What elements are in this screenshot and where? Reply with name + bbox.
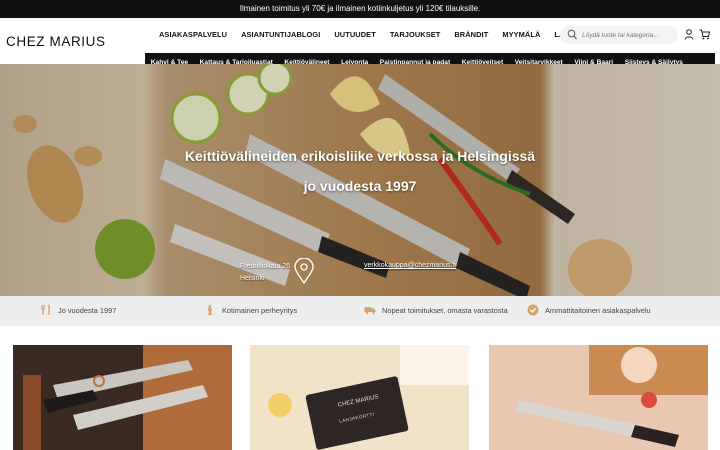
nav-store[interactable]: MYYMÄLÄ bbox=[495, 30, 547, 39]
nav-brands[interactable]: BRÄNDIT bbox=[447, 30, 495, 39]
gift-card-brand: CHEZ MARIUS bbox=[337, 394, 380, 409]
search-icon[interactable] bbox=[567, 29, 577, 41]
feature-fast-delivery: Nopeat toimitukset, omasta varastosta bbox=[364, 304, 508, 316]
top-navigation: ASIAKASPALVELU ASIANTUNTIJABLOGI UUTUUDE… bbox=[152, 30, 615, 39]
hero-banner[interactable]: Keittiövälineiden erikoisliike verkossa … bbox=[0, 64, 720, 296]
nav-customer-service[interactable]: ASIAKASPALVELU bbox=[152, 30, 234, 39]
cart-icon[interactable] bbox=[699, 29, 710, 40]
feature-label: Ammattitaitoinen asiakaspalvelu bbox=[545, 305, 651, 315]
feature-family-business: Kotimainen perheyritys bbox=[204, 304, 297, 316]
check-badge-icon bbox=[527, 304, 539, 316]
contact-email-link[interactable]: verkkokauppa@chezmarius.fi bbox=[364, 262, 456, 269]
finland-icon bbox=[208, 305, 212, 315]
address-city: Helsinki bbox=[240, 275, 265, 282]
feature-label: Jo vuodesta 1997 bbox=[58, 305, 117, 315]
search-input[interactable] bbox=[582, 28, 674, 42]
feature-label: Nopeat toimitukset, omasta varastosta bbox=[382, 305, 508, 315]
nav-expert-blog[interactable]: ASIANTUNTIJABLOGI bbox=[234, 30, 327, 39]
store-address: Fredrikinkatu 26 Helsinki bbox=[240, 261, 290, 285]
nav-offers[interactable]: TARJOUKSET bbox=[383, 30, 448, 39]
cutlery-icon bbox=[41, 304, 50, 315]
promo-card-gift-card[interactable]: CHEZ MARIUS LAHJAKORTTI bbox=[250, 345, 469, 450]
features-strip: Jo vuodesta 1997 Kotimainen perheyritys … bbox=[0, 296, 720, 326]
grater-image bbox=[489, 345, 708, 450]
user-icon[interactable] bbox=[684, 29, 694, 40]
feature-since-1997: Jo vuodesta 1997 bbox=[40, 304, 116, 316]
truck-icon bbox=[364, 307, 376, 315]
address-street: Fredrikinkatu 26 bbox=[240, 263, 291, 270]
knives-image bbox=[13, 345, 232, 450]
promo-text: Ilmainen toimitus yli 70€ ja ilmainen ko… bbox=[239, 4, 481, 13]
promo-card-baking[interactable] bbox=[489, 345, 708, 450]
hero-title-line1: Keittiövälineiden erikoisliike verkossa … bbox=[184, 148, 536, 164]
search-box[interactable] bbox=[560, 26, 678, 44]
feature-customer-service: Ammattitaitoinen asiakaspalvelu bbox=[527, 304, 651, 316]
hero-title-line2: jo vuodesta 1997 bbox=[303, 178, 417, 194]
promo-bar: Ilmainen toimitus yli 70€ ja ilmainen ko… bbox=[0, 0, 720, 18]
location-pin-icon[interactable] bbox=[294, 258, 314, 284]
gift-card-label: LAHJAKORTTI bbox=[338, 411, 376, 424]
feature-label: Kotimainen perheyritys bbox=[222, 305, 298, 315]
promo-card-knives[interactable] bbox=[13, 345, 232, 450]
site-logo[interactable]: CHEZ MARIUS bbox=[6, 34, 106, 49]
nav-new-arrivals[interactable]: UUTUUDET bbox=[327, 30, 382, 39]
